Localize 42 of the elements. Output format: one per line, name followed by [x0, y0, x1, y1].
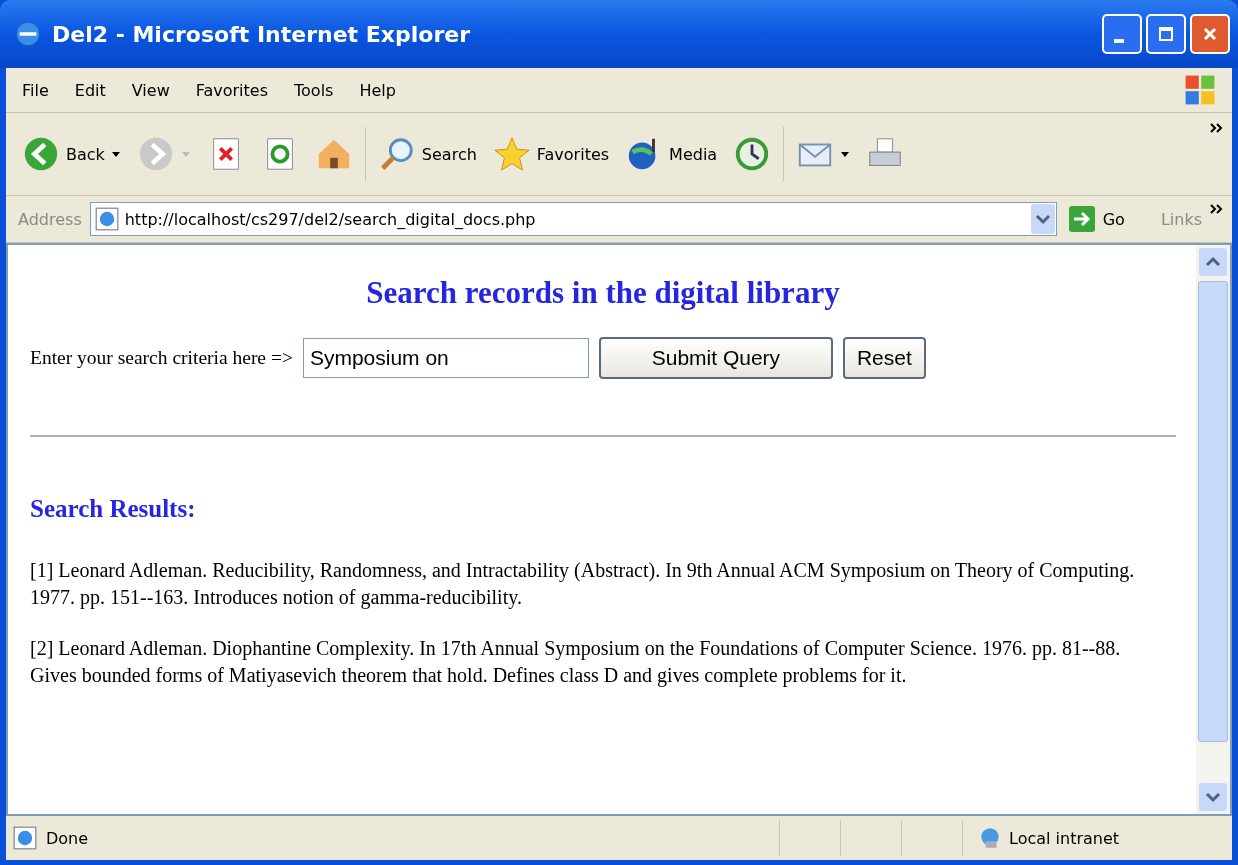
search-result: [1] Leonard Adleman. Reducibility, Randomness, and Intractability (Abstract). In 9th Annual ACM Symposium on Theory of Computing. 1977. pp. 151--163. Introduces notion of gamma-reducibility.: [30, 558, 1136, 611]
back-button[interactable]: Back: [18, 133, 125, 175]
status-text: Done: [46, 828, 90, 848]
menu-item[interactable]: Edit: [74, 80, 106, 100]
menu-item[interactable]: View: [131, 80, 170, 100]
submit-button[interactable]: Submit Query: [598, 337, 833, 379]
more-chevron-icon[interactable]: [1210, 204, 1224, 214]
star-icon: [492, 135, 531, 173]
scroll-down-icon[interactable]: [1198, 782, 1228, 812]
menu-item[interactable]: Help: [359, 80, 396, 100]
reset-button[interactable]: Reset: [842, 337, 926, 379]
maximize-icon: [1156, 24, 1176, 44]
minimize-icon: [1114, 39, 1124, 43]
scroll-thumb[interactable]: [1198, 281, 1228, 742]
maximize-button[interactable]: [1146, 14, 1186, 54]
caret-icon: [840, 149, 851, 159]
page-heading: Search records in the digital library: [365, 275, 841, 311]
search-label: Enter your search criteria here =>: [30, 347, 293, 369]
address-field[interactable]: http://localhost/cs297/del2/search_digital_docs.php: [89, 202, 1057, 236]
minimize-button[interactable]: [1102, 14, 1142, 54]
menu-item[interactable]: File: [22, 80, 49, 100]
search-result: [2] Leonard Adleman. Diophantine Complexity. In 17th Annual Symposium on the Foundations of Computer Science. 1976. pp. 81--88. Gives bounded forms of Matiyasevich theorem that hold. Defines class D and gives complete problems for it.: [30, 636, 1122, 689]
search-field[interactable]: Symposium on: [302, 338, 589, 378]
more-chevron-icon[interactable]: [1210, 123, 1224, 133]
vertical-scrollbar[interactable]: [1196, 245, 1230, 814]
zone-text: Local intranet: [1009, 828, 1120, 848]
scroll-up-icon[interactable]: [1198, 247, 1228, 277]
address-label: Address: [18, 209, 82, 229]
media-button[interactable]: Media: [621, 133, 722, 175]
dropdown-icon[interactable]: [1030, 204, 1055, 234]
close-button[interactable]: [1190, 14, 1230, 54]
page-icon: [94, 207, 119, 231]
window-title: Del2 - Microsoft Internet Explorer: [52, 21, 471, 47]
results-heading: Search Results:: [30, 495, 197, 523]
search-button[interactable]: Search: [373, 133, 481, 175]
caret-icon: [180, 149, 191, 159]
go-button[interactable]: Go: [1064, 206, 1143, 232]
menu-item[interactable]: Tools: [294, 80, 334, 100]
page-icon: [12, 826, 38, 850]
caret-icon: [110, 149, 121, 159]
favorites-button[interactable]: Favorites: [488, 133, 614, 175]
menu-item[interactable]: Favorites: [195, 80, 268, 100]
